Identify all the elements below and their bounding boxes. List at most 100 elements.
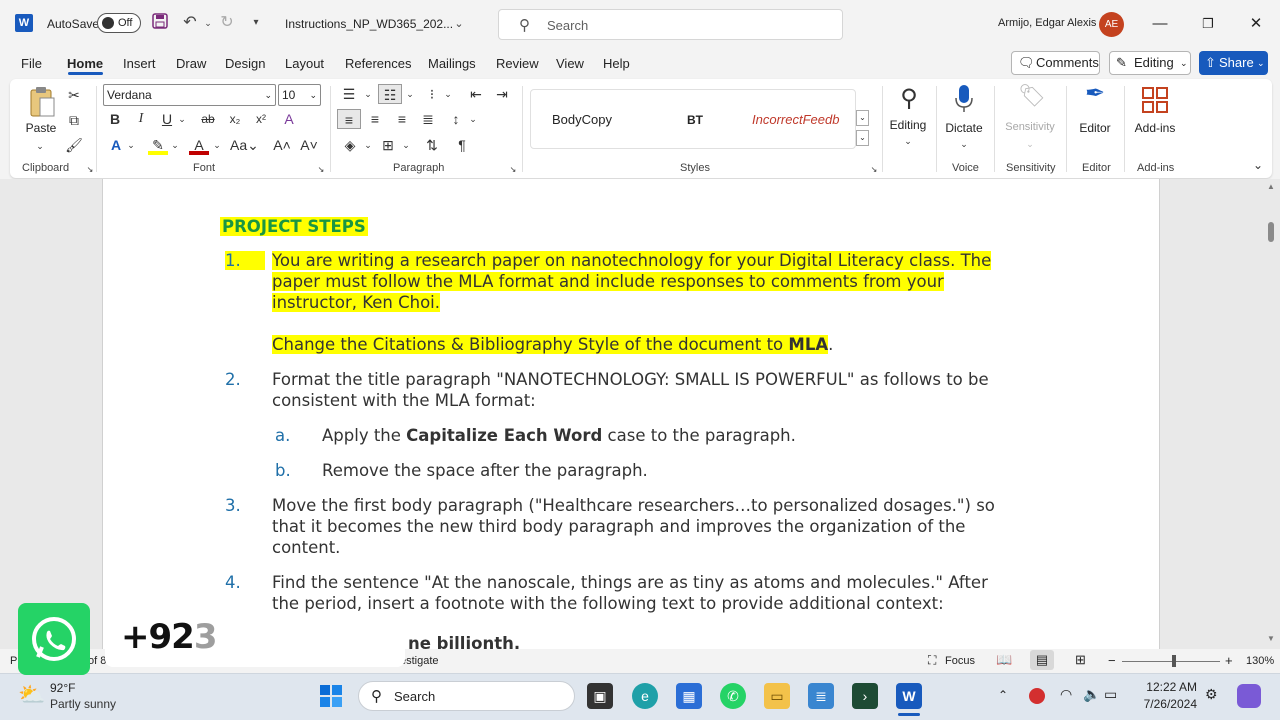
- align-right-icon[interactable]: ≡: [392, 109, 412, 129]
- vertical-scrollbar[interactable]: ▲ ▼: [1266, 180, 1276, 648]
- tab-view[interactable]: View: [556, 56, 584, 71]
- scroll-up-icon[interactable]: ▲: [1267, 182, 1275, 191]
- tab-review[interactable]: Review: [496, 56, 539, 71]
- show-marks-icon[interactable]: ¶: [452, 135, 472, 155]
- zoom-level[interactable]: 130%: [1246, 655, 1274, 667]
- underline-dropdown-icon[interactable]: ⌄: [172, 109, 192, 129]
- word-taskbar-icon[interactable]: W: [896, 683, 922, 709]
- justify-icon[interactable]: ≣: [418, 109, 438, 129]
- tab-file[interactable]: File: [21, 56, 42, 71]
- editing-mode-button[interactable]: ✎ Editing ⌄: [1109, 51, 1191, 75]
- undo-icon[interactable]: ↶: [180, 13, 200, 33]
- zoom-in-icon[interactable]: +: [1225, 653, 1233, 668]
- store-icon[interactable]: ▦: [676, 683, 702, 709]
- shading-dropdown-icon[interactable]: ⌄: [358, 135, 378, 155]
- document-title[interactable]: Instructions_NP_WD365_202...: [285, 17, 453, 31]
- cut-icon[interactable]: ✂: [64, 85, 84, 105]
- web-layout-icon[interactable]: ⊞: [1075, 652, 1086, 668]
- save-icon[interactable]: [150, 13, 170, 33]
- sort-icon[interactable]: ⇅: [422, 135, 442, 155]
- add-ins-button[interactable]: Add-ins: [1130, 121, 1180, 135]
- page-count[interactable]: of 8: [88, 655, 106, 667]
- styles-launcher-icon[interactable]: ↘: [864, 160, 884, 180]
- dictate-label[interactable]: Dictate: [942, 121, 986, 135]
- scroll-down-icon[interactable]: ▼: [1267, 634, 1275, 643]
- font-name-select[interactable]: Verdana ⌄: [103, 84, 276, 106]
- read-mode-icon[interactable]: 📖: [996, 652, 1012, 668]
- zoom-out-icon[interactable]: −: [1108, 653, 1116, 668]
- change-case-icon[interactable]: Aa⌄: [230, 135, 259, 155]
- text-effects-dropdown-icon[interactable]: ⌄: [121, 135, 141, 155]
- clear-formatting-icon[interactable]: A: [279, 109, 299, 129]
- dictate-dropdown-icon[interactable]: ⌄: [954, 134, 974, 154]
- focus-label[interactable]: Focus: [945, 655, 975, 667]
- user-name[interactable]: Armijo, Edgar Alexis: [998, 17, 1096, 29]
- borders-dropdown-icon[interactable]: ⌄: [396, 135, 416, 155]
- close-icon[interactable]: ✕: [1244, 12, 1268, 36]
- page-indicator[interactable]: P: [10, 655, 17, 667]
- italic-icon[interactable]: I: [131, 109, 151, 129]
- focus-icon[interactable]: ⛶: [928, 653, 936, 668]
- notifications-icon[interactable]: ⚙: [1205, 686, 1218, 703]
- subscript-icon[interactable]: x₂: [225, 109, 245, 129]
- weather-desc[interactable]: Partly sunny: [50, 697, 116, 711]
- terminal-icon[interactable]: ›: [852, 683, 878, 709]
- line-spacing-dropdown-icon[interactable]: ⌄: [463, 109, 483, 129]
- search-input[interactable]: ⚲ Search: [498, 9, 843, 40]
- redo-icon[interactable]: ↻: [217, 13, 237, 33]
- minimize-icon[interactable]: —: [1148, 12, 1172, 36]
- style-bt[interactable]: BT: [687, 113, 703, 127]
- bold-icon[interactable]: B: [105, 109, 125, 129]
- show-hidden-icons-icon[interactable]: ⌃: [998, 688, 1008, 702]
- collapse-ribbon-icon[interactable]: ⌄: [1248, 155, 1268, 175]
- editor-button[interactable]: Editor: [1072, 121, 1118, 135]
- tab-home[interactable]: Home: [67, 56, 103, 71]
- file-explorer-icon[interactable]: ▭: [764, 683, 790, 709]
- print-layout-icon[interactable]: ▤: [1030, 650, 1054, 670]
- autosave-toggle[interactable]: Off: [97, 13, 141, 33]
- customize-toolbar-icon[interactable]: ▾: [246, 13, 266, 33]
- tab-references[interactable]: References: [345, 56, 411, 71]
- weather-temp[interactable]: 92°F: [50, 681, 75, 695]
- zoom-slider-thumb[interactable]: [1172, 655, 1176, 667]
- shrink-font-icon[interactable]: A˅: [299, 135, 319, 155]
- editor-icon[interactable]: ✒: [1080, 82, 1110, 114]
- style-bodycopy[interactable]: BodyCopy: [552, 112, 612, 127]
- decrease-indent-icon[interactable]: ⇤: [466, 84, 486, 104]
- styles-more-icon[interactable]: ⌄: [856, 130, 869, 146]
- paste-dropdown-icon[interactable]: ⌄: [30, 136, 50, 156]
- editing-dropdown-icon[interactable]: ⌄: [898, 131, 918, 151]
- bullets-dropdown-icon[interactable]: ⌄: [358, 84, 378, 104]
- borders-icon[interactable]: ⊞: [378, 135, 398, 155]
- align-center-icon[interactable]: ≡: [365, 109, 385, 129]
- font-launcher-icon[interactable]: ↘: [311, 160, 331, 180]
- tab-layout[interactable]: Layout: [285, 56, 324, 71]
- numbering-icon[interactable]: ☷: [378, 84, 402, 104]
- font-color-icon[interactable]: A: [189, 135, 209, 155]
- styles-scroll-down-icon[interactable]: ⌄: [856, 110, 869, 126]
- find-icon[interactable]: ⚲: [894, 84, 924, 114]
- numbering-dropdown-icon[interactable]: ⌄: [400, 84, 420, 104]
- weather-icon[interactable]: ⛅: [18, 682, 45, 708]
- font-color-dropdown-icon[interactable]: ⌄: [207, 135, 227, 155]
- clock-time[interactable]: 12:22 AM: [1142, 680, 1197, 694]
- align-left-icon[interactable]: ≡: [337, 109, 361, 129]
- copilot-icon[interactable]: [1237, 684, 1261, 708]
- paste-label[interactable]: Paste: [24, 121, 58, 135]
- format-painter-icon[interactable]: 🖌: [64, 135, 84, 155]
- wifi-icon[interactable]: ◠: [1060, 686, 1072, 703]
- tab-mailings[interactable]: Mailings: [428, 56, 476, 71]
- windows-start-icon[interactable]: [319, 684, 343, 708]
- task-view-icon[interactable]: ▣: [587, 683, 613, 709]
- paste-icon[interactable]: [27, 86, 57, 118]
- comments-button[interactable]: 🗨 Comments: [1011, 51, 1100, 75]
- add-ins-icon[interactable]: [1141, 86, 1169, 114]
- avatar[interactable]: AE: [1099, 12, 1124, 37]
- tab-draw[interactable]: Draw: [176, 56, 206, 71]
- clock-date[interactable]: 7/26/2024: [1138, 697, 1197, 711]
- grow-font-icon[interactable]: A˄: [272, 135, 292, 155]
- bullets-icon[interactable]: ☰: [339, 84, 359, 104]
- font-size-select[interactable]: 10 ⌄: [278, 84, 321, 106]
- tab-design[interactable]: Design: [225, 56, 265, 71]
- edge-icon[interactable]: e: [632, 683, 658, 709]
